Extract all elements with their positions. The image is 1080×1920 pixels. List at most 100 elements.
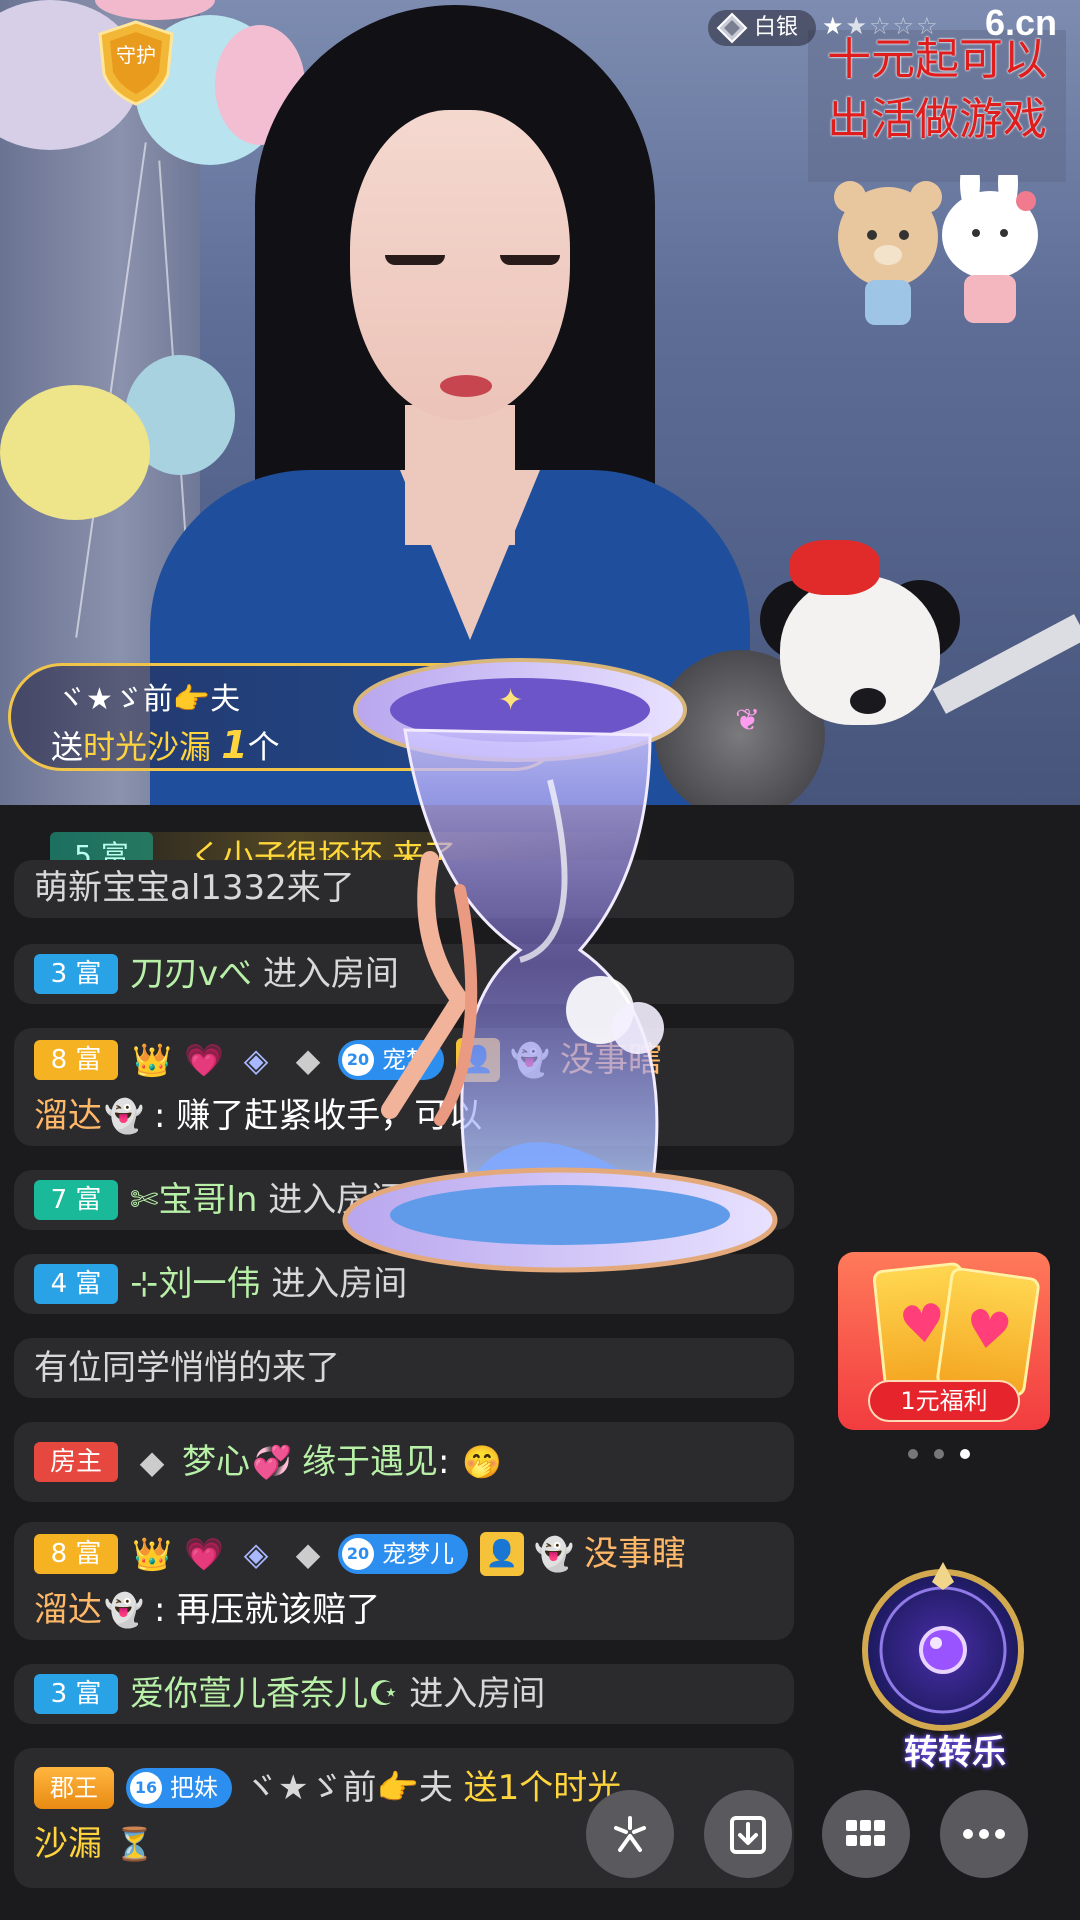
gift-line: 送时光沙漏 1个	[51, 722, 280, 768]
more-icon	[963, 1829, 1005, 1839]
crown-icon: 👑	[132, 1535, 172, 1573]
chat-text-cont: 沙漏	[34, 1824, 102, 1864]
chat-item[interactable]: 萌新宝宝al1332来了	[14, 860, 794, 918]
fan-club-badge: 16 把妹	[126, 1768, 232, 1808]
grid-menu-icon	[846, 1820, 885, 1846]
lucky-wheel-label[interactable]: 转转乐	[870, 1725, 1040, 1774]
hourglass-gift-icon: ⏳	[114, 1825, 155, 1863]
welfare-banner[interactable]: ♥ ♥ 1元福利	[838, 1252, 1050, 1430]
chat-item[interactable]: 7 富 ✄宝哥ln 进入房间	[14, 1170, 794, 1230]
balloon	[0, 385, 150, 520]
fan-level: 20	[342, 1044, 374, 1076]
chat-item[interactable]: 8 富 👑 💗 ◈ ◆ 20 宠梦儿 👤 👻 没事瞎 溜达 👻 : 再压就该赔了	[14, 1522, 794, 1640]
gift-unit: 个	[247, 728, 280, 766]
heart-medal-icon: 💗	[184, 1041, 224, 1079]
chat-text: :	[438, 1442, 450, 1482]
carousel-dot	[908, 1449, 918, 1459]
shy-face-icon: 🤭	[462, 1443, 503, 1481]
carousel-dot-active	[960, 1449, 970, 1459]
live-video[interactable]: 十元起可以 出活做游戏 守护 白银 ★★☆☆☆ 6.cn ヾ★ゞ前👉夫 送时光沙…	[0, 0, 1080, 805]
username-cont[interactable]: 溜达	[34, 1088, 102, 1144]
diamond-medal-icon: ◈	[243, 1041, 269, 1079]
fan-club-badge: 20 宠梦	[338, 1040, 444, 1080]
streamer-eye	[500, 255, 560, 265]
rank-name: 白银	[754, 15, 799, 40]
noble-title-badge: 郡王	[34, 1767, 114, 1809]
plush-nose	[850, 688, 886, 714]
wealth-level-badge: 3 富	[34, 1674, 118, 1714]
crown-icon: 👑	[132, 1041, 172, 1079]
host-badge: 房主	[34, 1442, 118, 1482]
wealth-level-badge: 3 富	[34, 954, 118, 994]
share-icon	[614, 1816, 646, 1852]
double-heart-icon: 💞	[252, 1443, 292, 1481]
site-logo: 6.cn	[985, 2, 1058, 43]
username[interactable]: ヾ★ゞ前👉夫	[244, 1760, 453, 1816]
fan-level: 20	[342, 1538, 374, 1570]
chat-item[interactable]: 房主 ◆ 梦心 💞 缘于遇见 : 🤭	[14, 1422, 794, 1502]
diamond-rank-icon	[716, 12, 748, 44]
carousel-dot	[934, 1449, 944, 1459]
username-cont[interactable]: 缘于遇见	[302, 1434, 438, 1490]
username[interactable]: 没事瞎	[560, 1032, 662, 1088]
welfare-button[interactable]: 1元福利	[868, 1380, 1020, 1422]
username[interactable]: 梦心	[182, 1434, 250, 1490]
chat-text: 萌新宝宝al1332来了	[34, 868, 355, 908]
fan-club-badge: 20 宠梦儿	[338, 1534, 468, 1574]
ghost-icon: 👻	[534, 1535, 574, 1573]
chat-item[interactable]: 4 富 ⊹刘一伟 进入房间	[14, 1254, 794, 1314]
lucky-wheel-icon[interactable]	[858, 1560, 1038, 1750]
chat-action: 进入房间	[271, 1264, 408, 1304]
username-cont[interactable]: 溜达	[34, 1582, 102, 1638]
wealth-level-badge: 8 富	[34, 1040, 118, 1080]
chat-action: 进入房间	[409, 1674, 546, 1714]
wealth-level-badge: 8 富	[34, 1534, 118, 1574]
rank-badge[interactable]: 白银	[708, 10, 817, 46]
silver-rank-icon: ◆	[295, 1535, 321, 1573]
username[interactable]: 刀刃vべ	[130, 946, 252, 1002]
promo-line-2: 出活做游戏	[827, 94, 1047, 145]
chat-text: : 再压就该赔了	[154, 1590, 381, 1630]
streamer-face	[350, 110, 570, 420]
chat-item[interactable]: 郡王 16 把妹 ヾ★ゞ前👉夫 送1个时光 沙漏 ⏳	[14, 1748, 794, 1888]
username[interactable]: 没事瞎	[584, 1526, 686, 1582]
guard-badge-icon[interactable]: 守护	[92, 18, 180, 106]
user-card-icon: 👤	[456, 1038, 500, 1082]
streamer-lips	[440, 375, 492, 397]
chat-action: 进入房间	[262, 954, 399, 994]
card-icon: ♥	[935, 1266, 1041, 1398]
silver-rank-icon: ◆	[295, 1041, 321, 1079]
chat-item[interactable]: 3 富 爱你萱儿香奈儿☪ 进入房间	[14, 1664, 794, 1724]
wealth-level-badge: 4 富	[34, 1264, 118, 1304]
chat-item[interactable]: 有位同学悄悄的来了	[14, 1338, 794, 1398]
username[interactable]: 爱你萱儿香奈儿☪	[130, 1666, 398, 1722]
streamer-eye	[385, 255, 445, 265]
ghost-icon: 👻	[510, 1041, 550, 1079]
user-card-icon: 👤	[480, 1532, 524, 1576]
ghost-icon: 👻	[104, 1591, 144, 1629]
share-button[interactable]	[586, 1790, 674, 1878]
wealth-level-badge: 7 富	[34, 1180, 118, 1220]
gift-sender: ヾ★ゞ前👉夫	[56, 682, 241, 717]
carousel-indicator	[908, 1444, 986, 1463]
ghost-icon: 👻	[104, 1097, 144, 1135]
promo-overlay: 十元起可以 出活做游戏	[808, 30, 1066, 182]
guard-badge-label: 守护	[116, 43, 156, 67]
heart-icon: ♥	[960, 1298, 1016, 1364]
fan-club-name: 把妹	[170, 1774, 218, 1802]
chat-text: 有位同学悄悄的来了	[34, 1348, 340, 1388]
gift-prefix: 送	[51, 728, 84, 766]
username[interactable]: ⊹刘一伟	[130, 1256, 261, 1312]
gift-notification: ヾ★ゞ前👉夫 送时光沙漏 1个	[8, 663, 568, 771]
plush-bow	[790, 540, 880, 595]
chat-item[interactable]: 8 富 👑 💗 ◈ ◆ 20 宠梦 👤 👻 没事瞎 溜达 👻 : 赚了赶紧收手，可…	[14, 1028, 794, 1146]
chat-item[interactable]: 3 富 刀刃vべ 进入房间	[14, 944, 794, 1004]
chat-text: : 赚了赶紧收手，可以	[154, 1096, 483, 1136]
fan-club-name: 宠梦	[382, 1046, 430, 1074]
username[interactable]: ✄宝哥ln	[130, 1172, 257, 1228]
apps-button[interactable]	[822, 1790, 910, 1878]
bear-rabbit-sticker	[834, 175, 1038, 325]
more-button[interactable]	[940, 1790, 1028, 1878]
heart-medal-icon: 💗	[184, 1535, 224, 1573]
download-button[interactable]	[704, 1790, 792, 1878]
